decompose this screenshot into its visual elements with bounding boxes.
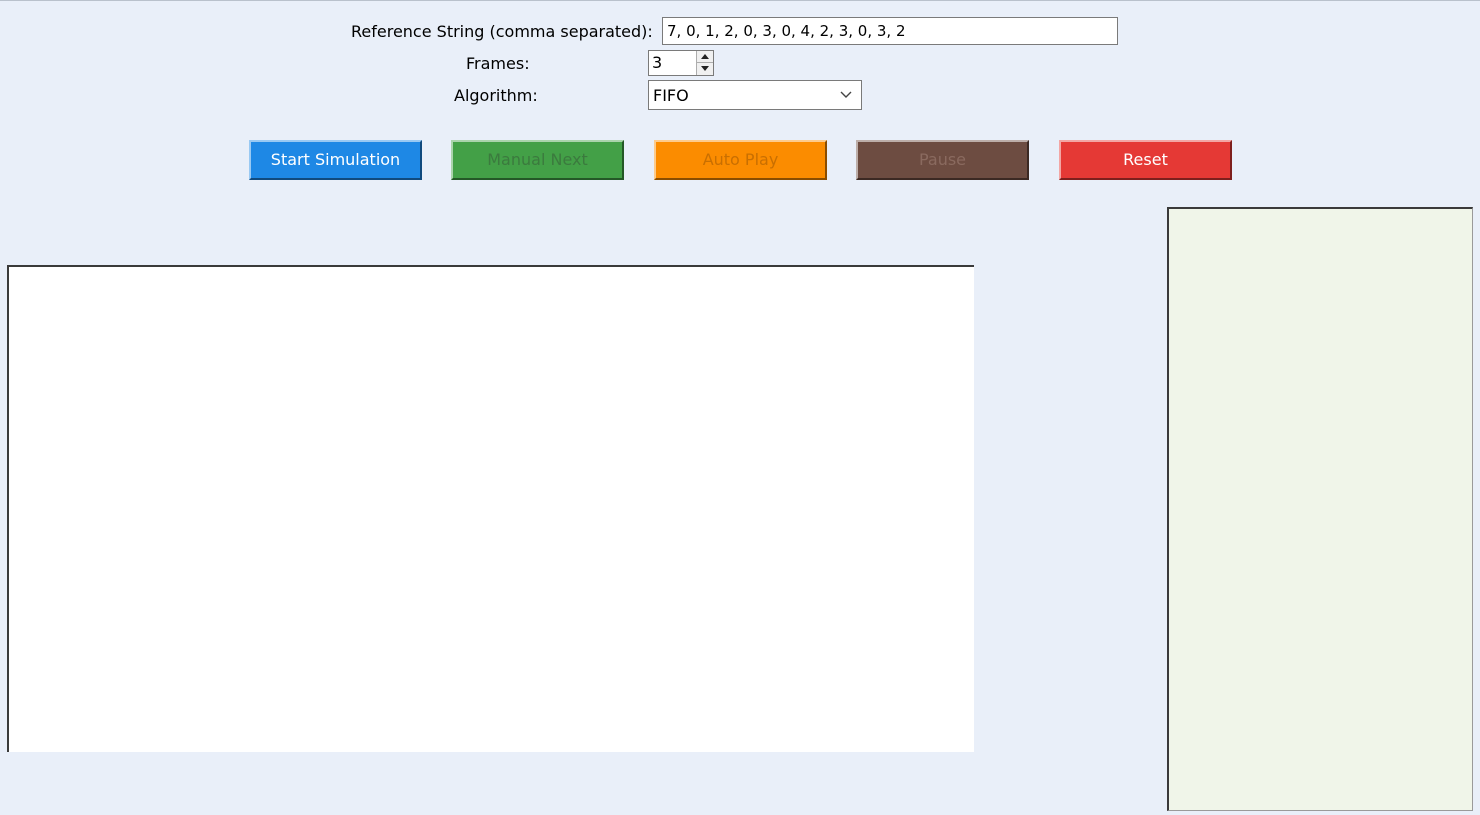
reset-button[interactable]: Reset [1059,140,1232,180]
frames-spin-buttons [696,51,713,75]
manual-next-button[interactable]: Manual Next [451,140,624,180]
reference-string-input[interactable] [662,17,1118,45]
triangle-down-icon [701,66,709,71]
simulation-canvas [7,265,974,752]
chevron-down-icon [840,91,852,98]
frames-value: 3 [652,53,663,72]
top-divider [0,0,1480,1]
frames-decrement-button[interactable] [697,63,713,75]
algorithm-select[interactable]: FIFO [648,80,862,110]
algorithm-label: Algorithm: [454,86,538,105]
frames-increment-button[interactable] [697,51,713,63]
frames-label: Frames: [466,54,530,73]
pause-button[interactable]: Pause [856,140,1029,180]
start-simulation-button[interactable]: Start Simulation [249,140,422,180]
triangle-up-icon [701,54,709,59]
frames-spinbox[interactable]: 3 [648,50,714,76]
side-info-panel [1167,207,1473,811]
reference-string-label: Reference String (comma separated): [351,22,653,41]
algorithm-selected-value: FIFO [653,86,689,105]
auto-play-button[interactable]: Auto Play [654,140,827,180]
